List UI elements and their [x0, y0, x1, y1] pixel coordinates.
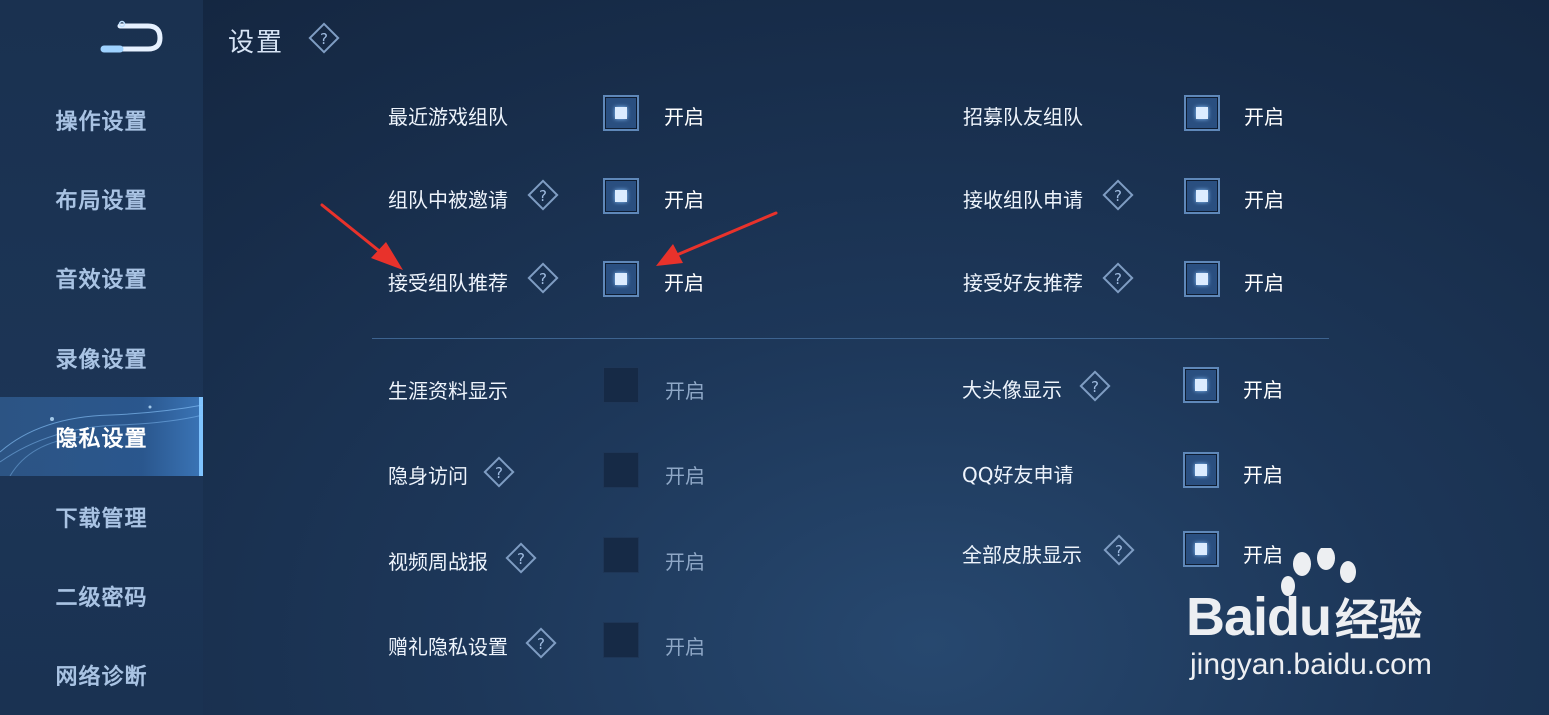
page-title: 设置 [228, 28, 285, 58]
svg-text:?: ? [539, 187, 547, 205]
setting-label-career-profile: 生涯资料显示 [388, 379, 508, 403]
help-icon[interactable]: ? [504, 541, 538, 575]
setting-label-recent-team: 最近游戏组队 [388, 105, 508, 129]
career-profile-checkbox[interactable] [603, 367, 639, 403]
baidu-watermark: Baidu经验 jingyan.baidu.com [1186, 548, 1476, 688]
recruit-team-checkbox[interactable] [1184, 95, 1220, 131]
gift-privacy-checkbox[interactable] [603, 622, 639, 658]
red-arrow-icon [656, 211, 778, 266]
sidebar-item-secondary-password[interactable]: 二级密码 [0, 556, 203, 635]
qq-friend-application-state: 开启 [1243, 463, 1283, 487]
svg-text:?: ? [539, 270, 547, 288]
large-avatar-state: 开启 [1243, 378, 1283, 402]
watermark-brand: Baidu经验 [1186, 584, 1422, 648]
invisible-visit-checkbox[interactable] [603, 452, 639, 488]
help-icon[interactable]: ? [1101, 178, 1135, 212]
accept-friend-recommend-checkbox[interactable] [1184, 261, 1220, 297]
back-arrow-icon[interactable] [96, 18, 166, 58]
setting-label-all-skins: 全部皮肤显示 [962, 543, 1082, 567]
sidebar-item-replay[interactable]: 录像设置 [0, 318, 203, 397]
sidebar-item-label: 下载管理 [55, 506, 148, 532]
watermark-brand-bai: Bai [1186, 587, 1268, 647]
setting-label-recruit-team: 招募队友组队 [963, 105, 1083, 129]
accept-friend-recommend-state: 开启 [1244, 271, 1284, 295]
sidebar-item-label: 音效设置 [55, 267, 148, 293]
watermark-brand-du: du [1267, 587, 1332, 647]
sidebar-item-label: 二级密码 [55, 585, 148, 611]
qq-friend-application-checkbox[interactable] [1183, 452, 1219, 488]
recent-team-checkbox[interactable] [603, 95, 639, 131]
sidebar-item-operation[interactable]: 操作设置 [0, 80, 203, 159]
invited-in-team-checkbox[interactable] [603, 178, 639, 214]
help-icon[interactable]: ? [524, 626, 558, 660]
help-icon[interactable]: ? [526, 261, 560, 295]
svg-text:?: ? [320, 30, 328, 48]
setting-label-invisible-visit: 隐身访问 [388, 464, 468, 488]
svg-text:?: ? [517, 550, 525, 568]
sidebar-item-label: 布局设置 [55, 188, 148, 214]
section-divider [372, 338, 1329, 339]
setting-label-accept-team-recommend: 接受组队推荐 [388, 271, 508, 295]
sidebar-item-privacy[interactable]: 隐私设置 [0, 397, 203, 476]
setting-label-gift-privacy: 赠礼隐私设置 [388, 635, 508, 659]
watermark-brand-cn: 经验 [1335, 595, 1422, 646]
sidebar-item-sound[interactable]: 音效设置 [0, 238, 203, 317]
svg-text:?: ? [1114, 187, 1122, 205]
large-avatar-checkbox[interactable] [1183, 367, 1219, 403]
receive-team-application-checkbox[interactable] [1184, 178, 1220, 214]
recruit-team-state: 开启 [1244, 105, 1284, 129]
invisible-visit-state: 开启 [665, 464, 705, 488]
help-icon[interactable]: ? [482, 455, 516, 489]
career-profile-state: 开启 [665, 379, 705, 403]
sidebar: 操作设置 布局设置 音效设置 录像设置 隐私设置 下载管理 二级密码 网络诊断 [0, 0, 203, 715]
sidebar-item-download[interactable]: 下载管理 [0, 477, 203, 556]
sidebar-item-label: 录像设置 [55, 347, 148, 373]
red-arrow-icon [320, 203, 403, 270]
recent-team-state: 开启 [664, 105, 704, 129]
setting-label-receive-team-application: 接收组队申请 [963, 188, 1083, 212]
svg-text:?: ? [1114, 270, 1122, 288]
sidebar-item-label: 网络诊断 [55, 664, 148, 690]
watermark-url: jingyan.baidu.com [1190, 648, 1432, 681]
setting-label-invited-in-team: 组队中被邀请 [388, 188, 508, 212]
help-icon[interactable]: ? [1101, 261, 1135, 295]
help-icon[interactable]: ? [526, 178, 560, 212]
video-weekly-report-checkbox[interactable] [603, 537, 639, 573]
help-icon[interactable]: ? [1078, 369, 1112, 403]
setting-label-qq-friend-application: QQ好友申请 [962, 463, 1074, 487]
svg-text:?: ? [1091, 378, 1099, 396]
sidebar-item-layout[interactable]: 布局设置 [0, 159, 203, 238]
sidebar-item-label: 操作设置 [55, 109, 148, 135]
sidebar-item-label: 隐私设置 [55, 426, 148, 452]
setting-label-video-weekly-report: 视频周战报 [388, 550, 488, 574]
gift-privacy-state: 开启 [665, 635, 705, 659]
receive-team-application-state: 开启 [1244, 188, 1284, 212]
accept-team-recommend-state: 开启 [664, 271, 704, 295]
invited-in-team-state: 开启 [664, 188, 704, 212]
svg-text:?: ? [1115, 542, 1123, 560]
svg-text:?: ? [495, 464, 503, 482]
setting-label-accept-friend-recommend: 接受好友推荐 [963, 271, 1083, 295]
help-icon[interactable]: ? [307, 21, 341, 55]
setting-label-large-avatar: 大头像显示 [962, 378, 1062, 402]
svg-text:?: ? [537, 635, 545, 653]
help-icon[interactable]: ? [1102, 533, 1136, 567]
accept-team-recommend-checkbox[interactable] [603, 261, 639, 297]
video-weekly-report-state: 开启 [665, 550, 705, 574]
sidebar-item-network[interactable]: 网络诊断 [0, 635, 203, 714]
